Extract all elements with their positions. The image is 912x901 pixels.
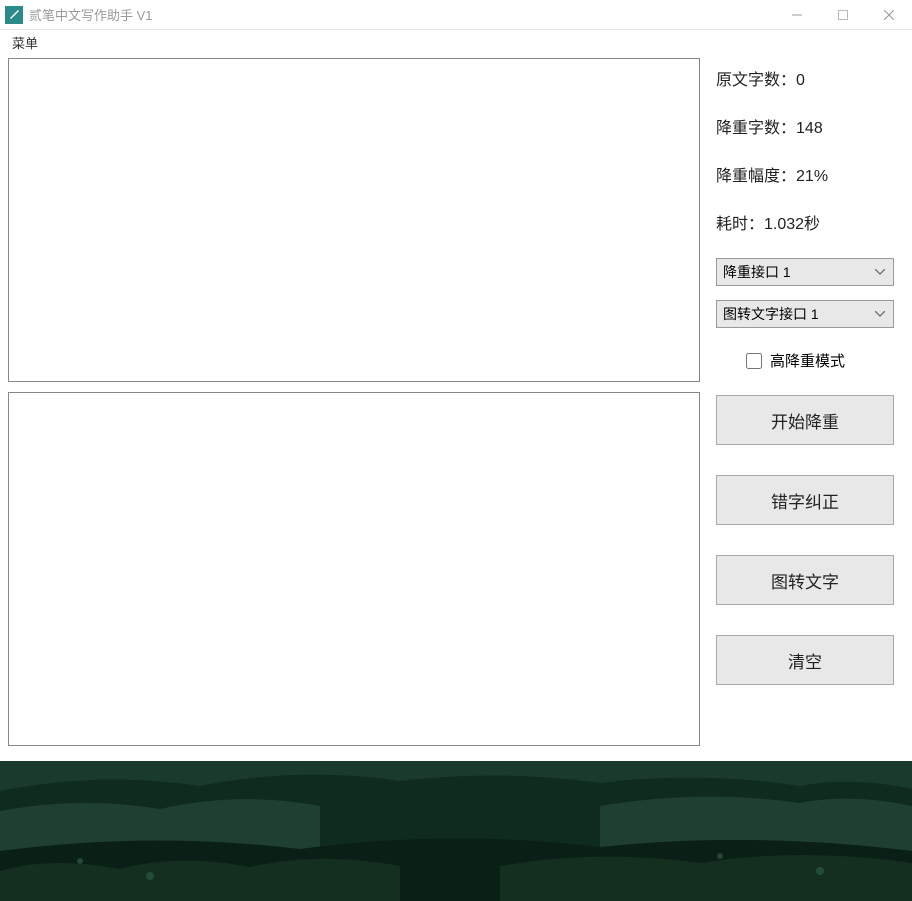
stat-value: 21% — [796, 168, 828, 185]
maximize-icon — [838, 10, 848, 20]
stat-label: 原文字数： — [716, 72, 796, 89]
start-rewrite-button[interactable]: 开始降重 — [716, 395, 894, 445]
desktop-wallpaper — [0, 761, 912, 901]
stat-value: 0 — [796, 72, 805, 89]
checkbox-label: 高降重模式 — [770, 350, 845, 371]
stat-rewrite-count: 降重字数：148 — [716, 114, 904, 138]
window-title: 贰笔中文写作助手 V1 — [29, 5, 774, 24]
app-icon — [5, 6, 23, 24]
control-column: 原文字数：0 降重字数：148 降重幅度：21% 耗时：1.032秒 降重接口 … — [716, 58, 904, 746]
minimize-button[interactable] — [774, 0, 820, 29]
stat-elapsed: 耗时：1.032秒 — [716, 210, 904, 234]
ocr-button[interactable]: 图转文字 — [716, 555, 894, 605]
menu-item-menu[interactable]: 菜单 — [8, 34, 42, 53]
high-mode-checkbox[interactable] — [746, 353, 762, 369]
stat-rewrite-ratio: 降重幅度：21% — [716, 162, 904, 186]
maximize-button[interactable] — [820, 0, 866, 29]
output-textarea[interactable] — [8, 392, 700, 746]
text-column — [8, 58, 700, 746]
window-controls — [774, 0, 912, 29]
typo-correct-button[interactable]: 错字纠正 — [716, 475, 894, 525]
rewrite-api-select[interactable]: 降重接口 1 — [716, 258, 894, 286]
close-button[interactable] — [866, 0, 912, 29]
minimize-icon — [792, 10, 802, 20]
stat-label: 降重幅度： — [716, 168, 796, 185]
high-mode-checkbox-row[interactable]: 高降重模式 — [746, 350, 904, 371]
clear-button[interactable]: 清空 — [716, 635, 894, 685]
stat-value: 148 — [796, 120, 823, 137]
source-textarea[interactable] — [8, 58, 700, 382]
ocr-api-select[interactable]: 图转文字接口 1 — [716, 300, 894, 328]
menubar: 菜单 — [0, 30, 912, 54]
stat-original-count: 原文字数：0 — [716, 66, 904, 90]
stat-label: 降重字数： — [716, 120, 796, 137]
close-icon — [884, 10, 894, 20]
stat-value: 1.032秒 — [764, 216, 820, 233]
content-area: 原文字数：0 降重字数：148 降重幅度：21% 耗时：1.032秒 降重接口 … — [0, 54, 912, 754]
titlebar: 贰笔中文写作助手 V1 — [0, 0, 912, 30]
stat-label: 耗时： — [716, 216, 764, 233]
